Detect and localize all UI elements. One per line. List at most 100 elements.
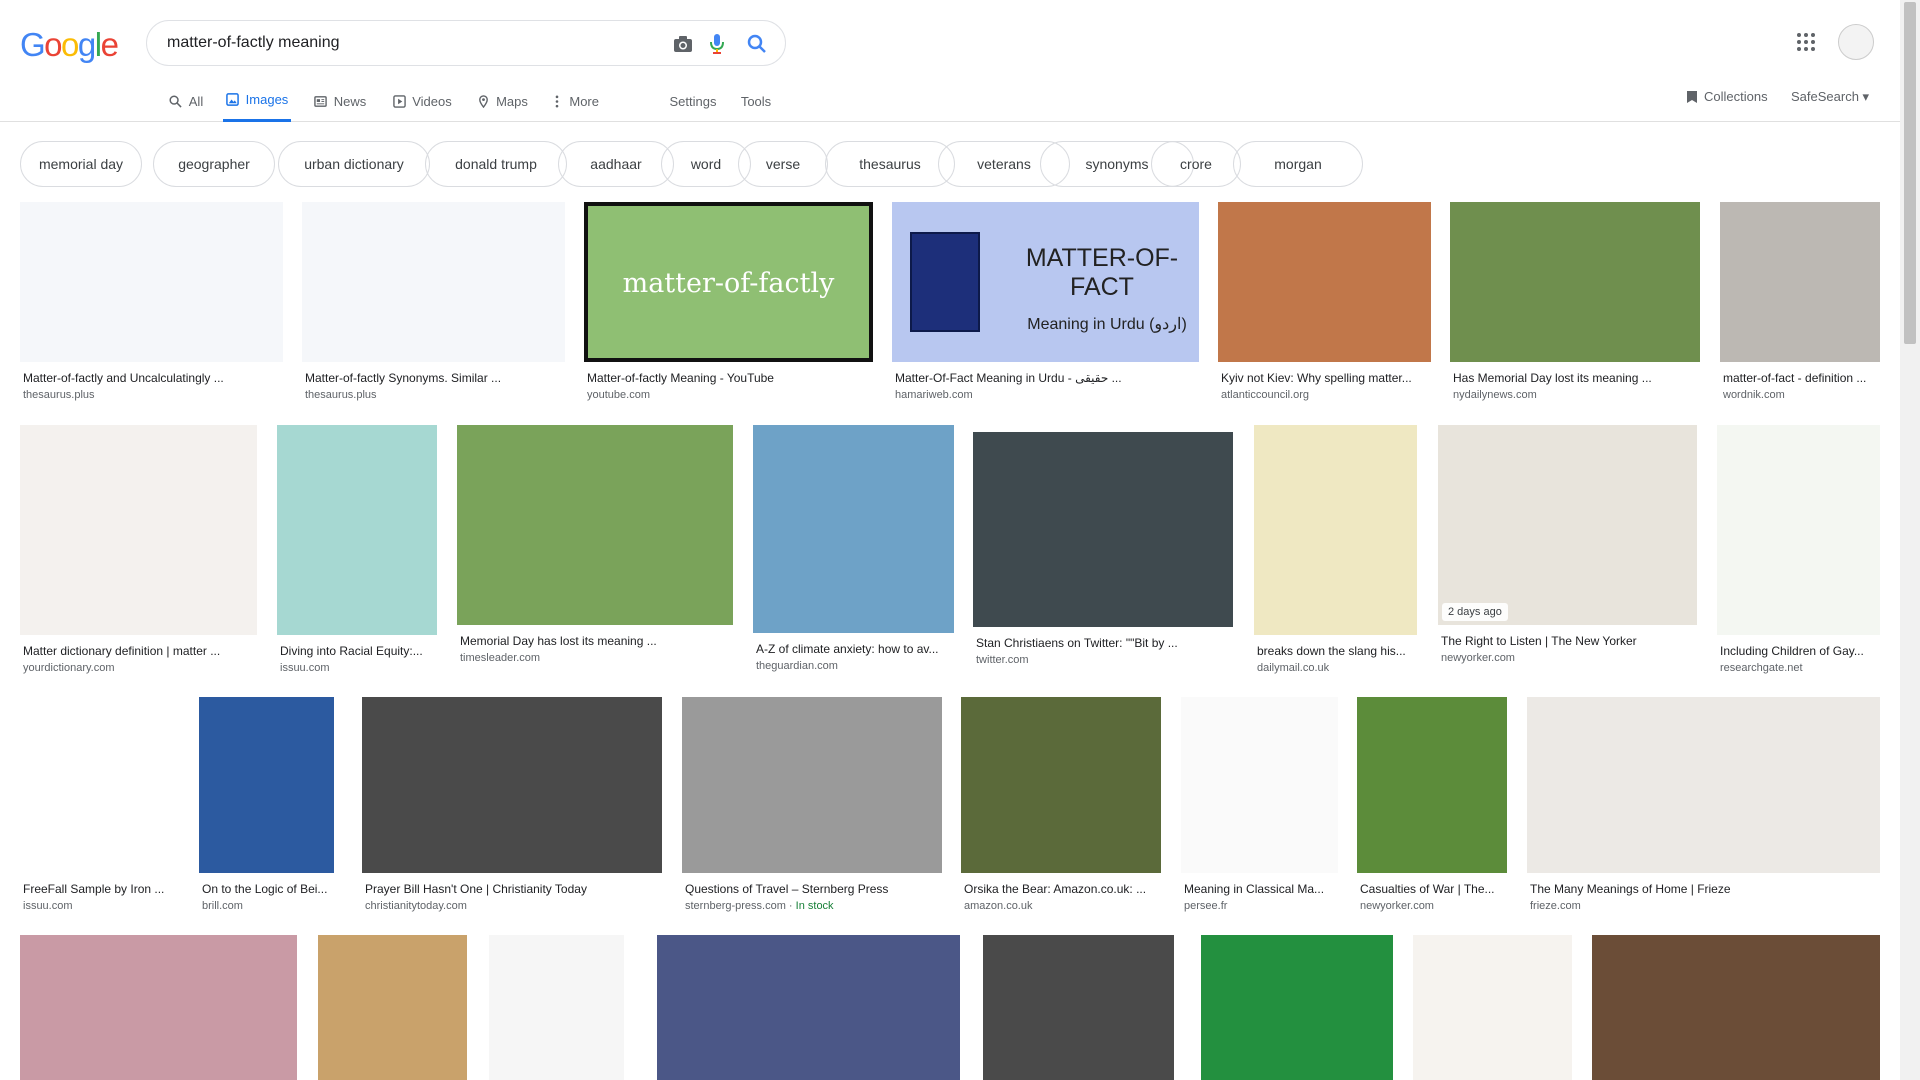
result-thumbnail[interactable] [1413,935,1572,1080]
result-title[interactable]: Casualties of War | The... [1360,882,1504,896]
image-result[interactable]: Has Memorial Day lost its meaning ... nyd… [1450,202,1700,404]
search-box[interactable]: matter-of-factly meaning [146,20,786,66]
search-icon[interactable] [744,31,770,57]
result-title[interactable]: matter-of-fact - definition ... [1723,371,1877,385]
result-title[interactable]: Orsika the Bear: Amazon.co.uk: ... [964,882,1158,896]
result-title[interactable]: On to the Logic of Bei... [202,882,331,896]
image-result[interactable] [20,935,297,1080]
image-result[interactable]: Meaning in Classical Ma... persee.fr [1181,697,1338,915]
avatar[interactable] [1838,24,1874,60]
result-thumbnail[interactable] [362,697,662,873]
image-result[interactable]: A-Z of climate anxiety: how to av... theg… [753,425,954,675]
result-title[interactable]: The Right to Listen | The New Yorker [1441,634,1694,648]
chip-geographer[interactable]: geographer [153,141,275,187]
result-thumbnail[interactable] [277,425,437,635]
result-title[interactable]: Has Memorial Day lost its meaning ... [1453,371,1697,385]
image-result[interactable]: Orsika the Bear: Amazon.co.uk: ... amazon… [961,697,1161,915]
result-thumbnail[interactable] [1181,697,1338,873]
tab-more[interactable]: More [551,80,599,122]
google-logo[interactable]: Google [20,26,119,64]
tab-settings[interactable]: Settings [668,80,718,122]
result-thumbnail[interactable]: matter-of-factly [584,202,873,362]
chip-crore[interactable]: crore [1151,141,1241,187]
image-result[interactable]: FreeFall Sample by Iron ... issuu.com [20,697,177,915]
chip-donald-trump[interactable]: donald trump [425,141,567,187]
image-result[interactable]: Kyiv not Kiev: Why spelling matter... atl… [1218,202,1431,404]
image-result[interactable]: Matter-of-factly and Uncalculatingly ...… [20,202,283,404]
apps-grid-icon[interactable] [1794,30,1818,54]
image-result[interactable]: On to the Logic of Bei... brill.com [199,697,334,915]
image-result[interactable] [1413,935,1572,1080]
tab-tools[interactable]: Tools [738,80,774,122]
result-title[interactable]: The Many Meanings of Home | Frieze [1530,882,1877,896]
result-thumbnail[interactable] [961,697,1161,873]
result-title[interactable]: Kyiv not Kiev: Why spelling matter... [1221,371,1428,385]
result-thumbnail[interactable] [1450,202,1700,362]
tab-videos[interactable]: Videos [391,80,453,122]
result-thumbnail[interactable]: 2 days ago [1438,425,1697,625]
result-thumbnail[interactable] [489,935,624,1080]
microphone-icon[interactable] [704,31,730,57]
image-result[interactable]: The Many Meanings of Home | Frieze frieze… [1527,697,1880,915]
result-thumbnail[interactable] [1201,935,1393,1080]
result-thumbnail[interactable] [457,425,733,625]
chip-morgan[interactable]: morgan [1233,141,1363,187]
result-thumbnail[interactable] [973,432,1233,627]
scrollbar-thumb[interactable] [1904,2,1916,344]
result-title[interactable]: Including Children of Gay... [1720,644,1877,658]
result-title[interactable]: A-Z of climate anxiety: how to av... [756,642,951,656]
tab-news[interactable]: News [313,80,367,122]
safesearch-dropdown[interactable]: SafeSearch ▾ [1791,89,1869,105]
search-input[interactable]: matter-of-factly meaning [167,34,340,52]
image-result[interactable]: matter-of-factly Matter-of-factly Meaning… [584,202,873,404]
result-title[interactable]: Matter-of-factly Synonyms. Similar ... [305,371,562,385]
result-thumbnail[interactable] [1357,697,1507,873]
image-result[interactable]: Matter-of-factly Synonyms. Similar ... th… [302,202,565,404]
chip-aadhaar[interactable]: aadhaar [558,141,674,187]
collections-link[interactable]: Collections [1686,89,1768,104]
image-result[interactable] [657,935,960,1080]
image-result[interactable]: breaks down the slang his... dailymail.co… [1254,425,1417,677]
image-result[interactable]: 2 days ago The Right to Listen | The New … [1438,425,1697,667]
image-result[interactable]: MATTER-OF-FACT Meaning in Urdu (اردو) Matt… [892,202,1199,404]
chip-verse[interactable]: verse [738,141,828,187]
result-thumbnail[interactable] [682,697,942,873]
image-result[interactable]: Memorial Day has lost its meaning ... tim… [457,425,733,667]
chip-urban-dictionary[interactable]: urban dictionary [278,141,430,187]
result-thumbnail[interactable] [1527,697,1880,873]
result-thumbnail[interactable] [753,425,954,633]
image-result[interactable]: Matter dictionary definition | matter ..… [20,425,257,677]
result-thumbnail[interactable]: MATTER-OF-FACT Meaning in Urdu (اردو) [892,202,1199,362]
tab-images[interactable]: Images [223,80,291,122]
result-title[interactable]: Prayer Bill Hasn't One | Christianity To… [365,882,659,896]
result-title[interactable]: Memorial Day has lost its meaning ... [460,634,730,648]
image-result[interactable]: Including Children of Gay... researchgate… [1717,425,1880,677]
result-thumbnail[interactable] [20,425,257,635]
result-title[interactable]: Diving into Racial Equity:... [280,644,434,658]
result-thumbnail[interactable] [1592,935,1880,1080]
chip-memorial-day[interactable]: memorial day [20,141,142,187]
result-title[interactable]: breaks down the slang his... [1257,644,1414,658]
result-thumbnail[interactable] [20,935,297,1080]
tab-maps[interactable]: Maps [475,80,529,122]
result-title[interactable]: Matter-of-factly Meaning - YouTube [587,371,870,385]
image-result[interactable]: Prayer Bill Hasn't One | Christianity To… [362,697,662,915]
image-result[interactable] [489,935,624,1080]
image-result[interactable] [1201,935,1393,1080]
result-title[interactable]: FreeFall Sample by Iron ... [23,882,174,896]
image-result[interactable] [1592,935,1880,1080]
result-thumbnail[interactable] [318,935,467,1080]
result-thumbnail[interactable] [1218,202,1431,362]
result-thumbnail[interactable] [1720,202,1880,362]
result-thumbnail[interactable] [1717,425,1880,635]
result-thumbnail[interactable] [20,697,177,873]
image-result[interactable] [318,935,467,1080]
result-title[interactable]: Stan Christiaens on Twitter: ""Bit by ..… [976,636,1230,650]
result-thumbnail[interactable] [199,697,334,873]
result-thumbnail[interactable] [20,202,283,362]
result-title[interactable]: Meaning in Classical Ma... [1184,882,1335,896]
image-result[interactable]: Diving into Racial Equity:... issuu.com [277,425,437,677]
result-thumbnail[interactable] [657,935,960,1080]
result-title[interactable]: Matter-Of-Fact Meaning in Urdu - حقیقی .… [895,371,1196,385]
image-result[interactable]: Stan Christiaens on Twitter: ""Bit by ..… [973,432,1233,669]
